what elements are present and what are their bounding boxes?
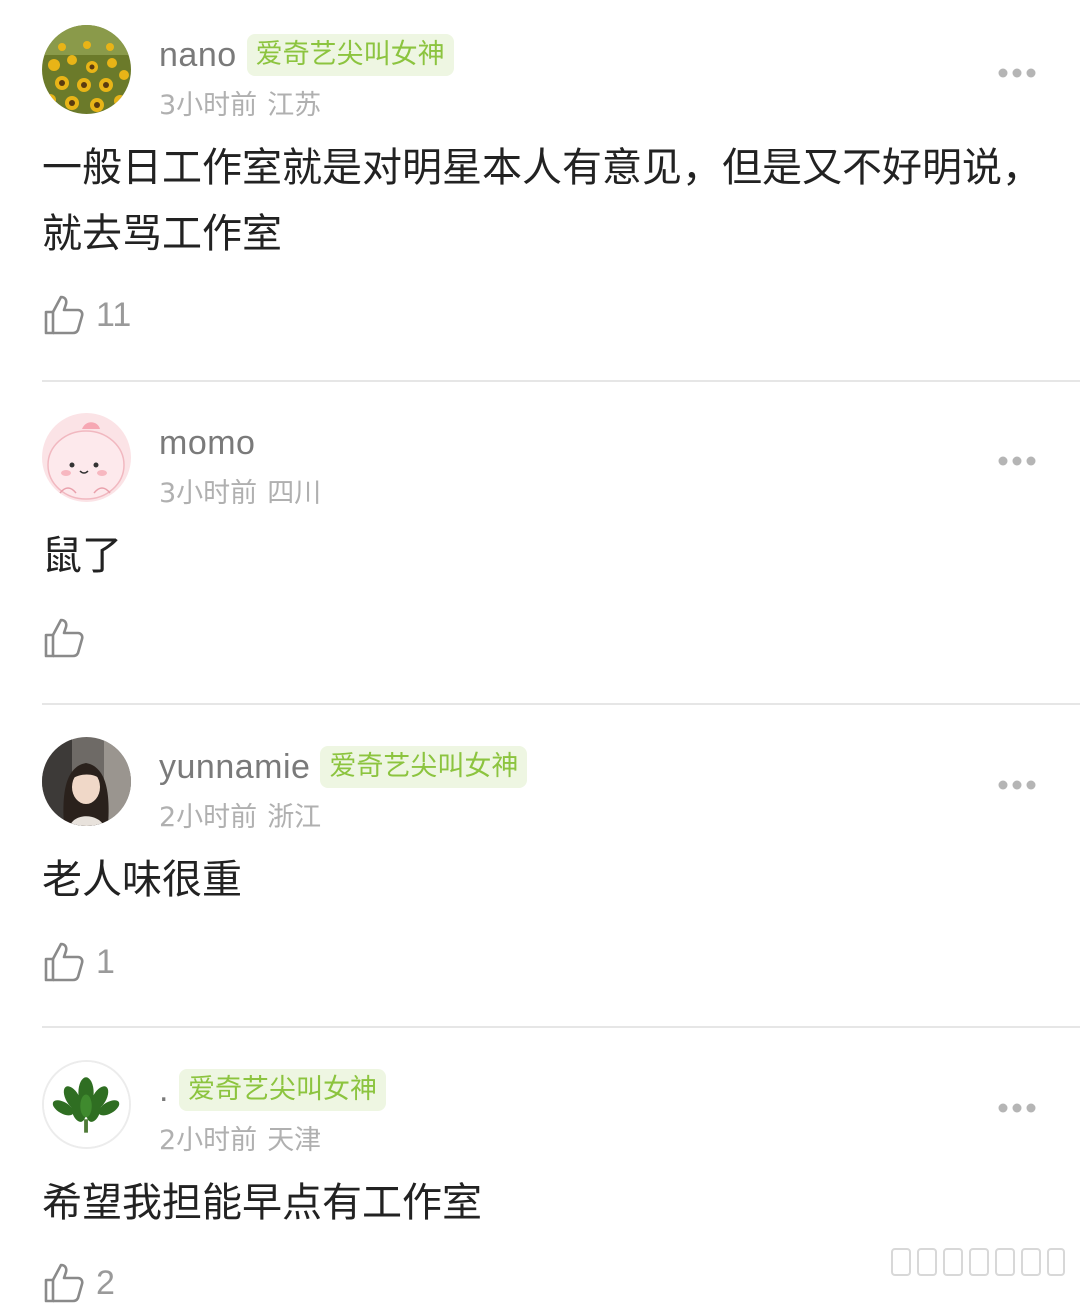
- like-button[interactable]: 2: [42, 1258, 115, 1308]
- comment-text: 鼠了: [42, 533, 122, 579]
- avatar[interactable]: [42, 25, 131, 114]
- divider: [42, 703, 1080, 705]
- divider: [42, 380, 1080, 382]
- name-row: nano 爱奇艺尖叫女神: [159, 33, 454, 77]
- more-dots-icon[interactable]: [997, 67, 1037, 79]
- comment-time: 2小时前: [159, 1125, 258, 1156]
- thumbs-up-outline-icon: [44, 942, 84, 982]
- watermark-bars-image: [891, 1248, 1065, 1276]
- comment-location: 四川: [267, 478, 322, 509]
- username[interactable]: .: [159, 1071, 169, 1110]
- divider: [42, 1026, 1080, 1028]
- like-count: 11: [96, 295, 132, 334]
- like-button[interactable]: 1: [42, 937, 115, 987]
- comment-location: 浙江: [267, 802, 322, 833]
- comment-meta: 2小时前 天津: [159, 1118, 321, 1157]
- more-dots-icon[interactable]: [997, 779, 1037, 791]
- avatar[interactable]: [42, 737, 131, 826]
- sunflower-avatar-image: [42, 25, 131, 114]
- username[interactable]: nano: [159, 36, 237, 75]
- pink-cartoon-avatar-image: [42, 413, 131, 502]
- username[interactable]: yunnamie: [159, 748, 310, 787]
- comment-location: 天津: [267, 1125, 322, 1156]
- comment-meta: 3小时前 四川: [159, 471, 321, 510]
- username[interactable]: momo: [159, 424, 255, 463]
- comment-location: 江苏: [267, 90, 322, 121]
- name-row: momo: [159, 421, 255, 465]
- user-badge[interactable]: 爱奇艺尖叫女神: [246, 34, 454, 76]
- comment-meta: 2小时前 浙江: [159, 795, 321, 834]
- comment-meta: 3小时前 江苏: [159, 83, 321, 122]
- avatar[interactable]: [42, 1060, 131, 1149]
- thumbs-up-outline-icon: [44, 618, 84, 658]
- green-leaves-avatar-image: [44, 1062, 129, 1147]
- name-row: yunnamie 爱奇艺尖叫女神: [159, 745, 528, 789]
- user-badge[interactable]: 爱奇艺尖叫女神: [178, 1069, 386, 1111]
- comment-text: 希望我担能早点有工作室: [42, 1180, 482, 1226]
- thumbs-up-outline-icon: [44, 1263, 84, 1303]
- like-button[interactable]: [42, 613, 96, 663]
- woman-photo-avatar-image: [42, 737, 131, 826]
- like-button[interactable]: 11: [42, 290, 131, 340]
- comment-time: 2小时前: [159, 802, 258, 833]
- like-count: 2: [96, 1263, 115, 1302]
- thumbs-up-outline-icon: [44, 295, 84, 335]
- comment-text: 一般日工作室就是对明星本人有意见，但是又不好明说，就去骂工作室: [42, 145, 1042, 257]
- more-dots-icon[interactable]: [997, 455, 1037, 467]
- more-dots-icon[interactable]: [997, 1102, 1037, 1114]
- avatar[interactable]: [42, 413, 131, 502]
- like-count: 1: [96, 942, 115, 981]
- user-badge[interactable]: 爱奇艺尖叫女神: [320, 746, 528, 788]
- name-row: . 爱奇艺尖叫女神: [159, 1068, 386, 1112]
- comment-text: 老人味很重: [42, 857, 242, 903]
- comment-time: 3小时前: [159, 90, 258, 121]
- comment-time: 3小时前: [159, 478, 258, 509]
